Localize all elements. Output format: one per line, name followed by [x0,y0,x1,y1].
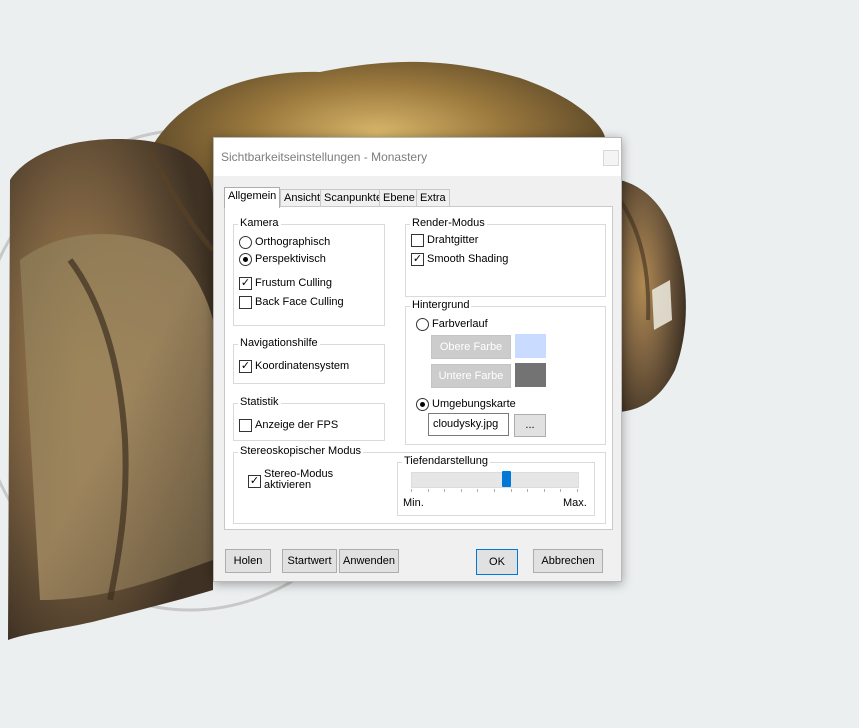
visibility-settings-dialog: Sichtbarkeitseinstellungen - Monastery A… [213,137,622,582]
smooth-shading-label: Smooth Shading [427,253,509,265]
stereo-mode-group-label: Stereoskopischer Modus [238,445,364,457]
slider-tick [477,489,479,492]
camera-group: Kamera Orthographisch Perspektivisch ✓ F… [233,217,385,326]
browse-button[interactable]: ... [514,414,546,437]
tab-scanpunkte[interactable]: Scanpunkte [320,189,387,207]
tab-ebene[interactable]: Ebene [379,189,419,207]
slider-tick [560,489,562,492]
fetch-button[interactable]: Holen [225,549,271,573]
radio-button-icon [416,318,429,331]
statistics-group-label: Statistik [238,396,281,408]
render-mode-group-label: Render-Modus [410,217,487,229]
default-value-button[interactable]: Startwert [282,549,337,573]
checkbox-empty-icon [239,296,252,309]
radio-selected-icon [239,253,252,266]
stereo-enable-label-line2: aktivieren [264,479,312,491]
perspective-label: Perspektivisch [255,253,326,265]
checkmark-icon: ✓ [411,253,424,266]
upper-color-button: Obere Farbe [431,335,511,359]
wireframe-label: Drahtgitter [427,234,479,246]
checkbox-empty-icon [411,234,424,247]
checkmark-icon: ✓ [239,277,252,290]
gradient-label: Farbverlauf [432,318,488,330]
lower-color-swatch [515,363,546,387]
depth-max-label: Max. [563,497,587,509]
show-fps-label: Anzeige der FPS [255,419,339,431]
ok-button[interactable]: OK [476,549,518,575]
background-group: Hintergrund Farbverlauf Obere Farbe Unte… [405,299,606,445]
render-mode-group: Render-Modus Drahtgitter ✓ Smooth Shadin… [405,217,606,297]
camera-group-label: Kamera [238,217,281,229]
statistics-group: Statistik Anzeige der FPS [233,396,385,441]
checkmark-icon: ✓ [239,360,252,373]
navigation-aid-group: Navigationshilfe ✓ Koordinatensystem [233,337,385,384]
tab-allgemein[interactable]: Allgemein [224,187,281,208]
slider-tick [527,489,529,492]
depth-slider-track[interactable] [411,472,579,488]
slider-tick [460,489,462,492]
checkmark-icon: ✓ [248,475,261,488]
checkbox-empty-icon [239,419,252,432]
navigation-aid-group-label: Navigationshilfe [238,337,320,349]
slider-tick [411,489,412,492]
depth-display-group: Tiefendarstellung Min. Max. [397,455,595,516]
general-tab-panel: Kamera Orthographisch Perspektivisch ✓ F… [224,206,613,530]
slider-tick [577,489,578,492]
dialog-title: Sichtbarkeitseinstellungen - Monastery [221,150,428,164]
close-button[interactable] [603,150,619,166]
environment-map-label: Umgebungskarte [432,398,516,410]
depth-min-label: Min. [403,497,424,509]
frustum-culling-label: Frustum Culling [255,277,333,289]
background-group-label: Hintergrund [410,299,472,311]
slider-tick [494,489,495,492]
radio-selected-icon [416,398,429,411]
depth-slider-thumb[interactable] [501,471,511,487]
coordinate-system-label: Koordinatensystem [255,360,350,372]
orthographic-label: Orthographisch [255,236,331,248]
slider-tick [543,489,545,492]
tab-extra[interactable]: Extra [416,189,450,207]
dialog-titlebar[interactable]: Sichtbarkeitseinstellungen - Monastery [214,138,621,176]
lower-color-button: Untere Farbe [431,364,511,388]
slider-tick [427,489,429,492]
environment-file-field[interactable]: cloudysky.jpg [428,413,509,436]
apply-button[interactable]: Anwenden [339,549,399,573]
depth-display-group-label: Tiefendarstellung [402,455,490,467]
tab-ansicht[interactable]: Ansicht [280,189,325,207]
slider-tick [510,489,512,492]
radio-button-icon [239,236,252,249]
slider-tick [444,489,446,492]
stereo-mode-group: Stereoskopischer Modus ✓ Stereo-Modus ak… [233,445,606,524]
back-face-culling-label: Back Face Culling [255,296,344,308]
upper-color-swatch [515,334,546,358]
cancel-button[interactable]: Abbrechen [533,549,603,573]
